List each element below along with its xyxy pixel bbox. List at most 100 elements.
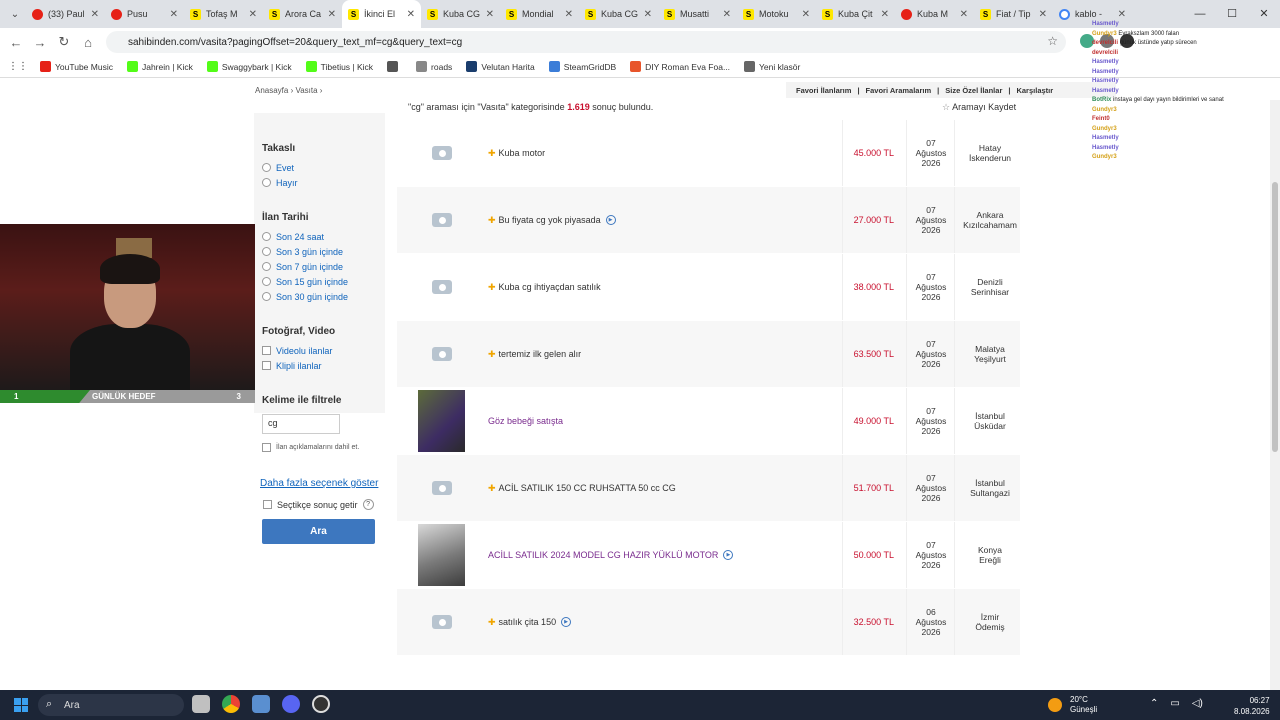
address-bar[interactable]: sahibinden.com/vasita?pagingOffset=20&qu… — [106, 31, 1066, 53]
browser-tab[interactable]: S Musatti ✕ — [658, 0, 737, 28]
help-icon[interactable]: ? — [362, 499, 374, 510]
radio-button[interactable] — [262, 178, 271, 187]
save-search-link[interactable]: ☆ Aramayı Kaydet — [942, 102, 1016, 113]
taskbar-search[interactable]: ⌕ Ara — [38, 694, 184, 716]
favorite-searches-link[interactable]: Favori Aramalarım — [866, 86, 932, 95]
home-icon[interactable]: ⌂ — [76, 35, 100, 50]
bookmark-item[interactable]: roads — [416, 61, 452, 72]
browser-tab[interactable]: S Kuba CG ✕ — [421, 0, 500, 28]
filter-radio-option[interactable]: Son 3 gün içinde — [262, 246, 348, 257]
scrollbar-thumb[interactable] — [1272, 182, 1278, 452]
filter-radio-option[interactable]: Son 24 saat — [262, 231, 348, 242]
listing-row[interactable]: ✚ tertemiz ilk gelen alır 63.500 TL 07 Ağust… — [397, 321, 1020, 388]
bookmark-item[interactable]: YouTube Music — [40, 61, 113, 72]
browser-tab[interactable]: Kuba M ✕ — [895, 0, 974, 28]
listing-title[interactable]: ✚ Bu fiyata cg yok piyasada ▶ — [488, 215, 616, 226]
forward-icon[interactable]: → — [28, 35, 52, 50]
chevron-up-icon[interactable]: ⌃ — [1150, 698, 1158, 709]
chrome-icon[interactable] — [222, 695, 240, 713]
camera-placeholder-icon[interactable] — [418, 256, 465, 318]
browser-tab[interactable]: S Kuba CG ✕ — [579, 0, 658, 28]
close-tab-icon[interactable]: ✕ — [802, 9, 810, 20]
favorite-listings-link[interactable]: Favori İlanlarım — [796, 86, 851, 95]
close-tab-icon[interactable]: ✕ — [486, 9, 494, 20]
radio-button[interactable] — [262, 262, 271, 271]
filter-checkbox-option[interactable]: Videolu ilanlar — [262, 345, 335, 356]
listing-row[interactable]: ✚ Bu fiyata cg yok piyasada ▶ 27.000 TL 07 Ağ… — [397, 187, 1020, 254]
radio-button[interactable] — [262, 277, 271, 286]
close-tab-icon[interactable]: ✕ — [170, 9, 178, 20]
listing-title[interactable]: ✚ Kuba cg ihtiyaçdan satılık — [488, 282, 601, 293]
windows-start-icon[interactable] — [14, 698, 28, 712]
listing-title[interactable]: Göz bebeği satışta — [488, 416, 563, 426]
bookmark-item[interactable]: Velutan Harita — [466, 61, 535, 72]
listing-row[interactable]: ACİLL SATILIK 2024 MODEL CG HAZIR YÜKLÜ … — [397, 522, 1020, 589]
camera-placeholder-icon[interactable] — [418, 122, 465, 184]
bookmark-item[interactable]: Yeni klasör — [744, 61, 800, 72]
filter-radio-option[interactable]: Son 15 gün içinde — [262, 276, 348, 287]
listing-row[interactable]: ✚ Kuba cg ihtiyaçdan satılık 38.000 TL 07 Ağ… — [397, 254, 1020, 321]
taskbar-clock[interactable]: 06:27 8.08.2026 — [1234, 695, 1270, 717]
listing-row[interactable]: ✚ satılık çita 150 ▶ 32.500 TL 06 Ağustos 2026… — [397, 589, 1020, 656]
back-icon[interactable]: ← — [4, 35, 28, 50]
listing-row[interactable]: ✚ ACİL SATILIK 150 CC RUHSATTA 50 cc CG 51… — [397, 455, 1020, 522]
close-tab-icon[interactable]: ✕ — [644, 9, 652, 20]
filter-radio-option[interactable]: Son 30 gün içinde — [262, 291, 348, 302]
close-tab-icon[interactable]: ✕ — [328, 9, 336, 20]
listing-row[interactable]: ✚ Kuba motor 45.000 TL 07 Ağustos 2026 Hatay İs… — [397, 120, 1020, 187]
radio-button[interactable] — [262, 163, 271, 172]
checkbox[interactable] — [262, 346, 271, 355]
page-scrollbar[interactable] — [1270, 100, 1280, 690]
include-description-option[interactable]: İlan açıklamalarını dahil et. — [262, 442, 359, 453]
file-explorer-icon[interactable] — [192, 695, 210, 713]
radio-button[interactable] — [262, 247, 271, 256]
volume-icon[interactable]: ◁) — [1192, 698, 1203, 709]
tab-search-button[interactable]: ⌄ — [4, 3, 26, 25]
close-tab-icon[interactable]: ✕ — [1039, 9, 1047, 20]
listing-photo[interactable] — [418, 524, 465, 586]
browser-tab[interactable]: S İkinci El ✕ — [342, 0, 421, 28]
close-tab-icon[interactable]: ✕ — [91, 9, 99, 20]
browser-tab[interactable]: S Tofaş M ✕ — [184, 0, 263, 28]
more-options-link[interactable]: Daha fazla seçenek göster — [260, 478, 378, 489]
close-tab-icon[interactable]: ✕ — [1118, 9, 1126, 20]
close-tab-icon[interactable]: ✕ — [881, 9, 889, 20]
browser-tab[interactable]: (33) Paul ✕ — [26, 0, 105, 28]
filter-radio-option[interactable]: Son 7 gün içinde — [262, 261, 348, 272]
browser-tab[interactable]: S Arora Ca ✕ — [263, 0, 342, 28]
bookmark-star-icon[interactable]: ☆ — [1047, 34, 1058, 48]
bookmark-item[interactable]: Swaggybark | Kick — [206, 61, 292, 72]
close-tab-icon[interactable]: ✕ — [407, 9, 415, 20]
listing-title[interactable]: ✚ tertemiz ilk gelen alır — [488, 349, 581, 360]
weather-widget[interactable]: 20°C Güneşli — [1048, 695, 1097, 715]
breadcrumb-home[interactable]: Anasayfa — [255, 86, 288, 95]
close-tab-icon[interactable]: ✕ — [249, 9, 257, 20]
radio-button[interactable] — [262, 232, 271, 241]
reload-icon[interactable]: ↻ — [52, 34, 76, 50]
compare-link[interactable]: Karşılaştır — [1016, 86, 1053, 95]
listing-title[interactable]: ✚ Kuba motor — [488, 148, 545, 159]
camera-placeholder-icon[interactable] — [418, 457, 465, 519]
bookmark-item[interactable] — [387, 61, 402, 72]
listing-photo[interactable] — [418, 390, 465, 452]
radio-button[interactable] — [262, 292, 271, 301]
close-tab-icon[interactable]: ✕ — [565, 9, 573, 20]
breadcrumb-vasita[interactable]: Vasıta — [295, 86, 317, 95]
listing-row[interactable]: Göz bebeği satışta 49.000 TL 07 Ağustos 2026… — [397, 388, 1020, 455]
browser-tab[interactable]: S Motoku ✕ — [737, 0, 816, 28]
select-results-option[interactable]: Seçtikçe sonuç getir ? — [263, 499, 374, 510]
browser-tab[interactable]: S Mondial ✕ — [500, 0, 579, 28]
apps-icon[interactable]: ⋮⋮ — [8, 61, 28, 72]
include-description-checkbox[interactable] — [262, 443, 271, 452]
filter-radio-option[interactable]: Hayır — [262, 177, 298, 188]
browser-tab[interactable]: S Kuba Çit ✕ — [816, 0, 895, 28]
listing-title[interactable]: ✚ satılık çita 150 ▶ — [488, 617, 572, 628]
bookmark-item[interactable]: SteamGridDB — [548, 61, 616, 72]
app-icon[interactable] — [252, 695, 270, 713]
browser-tab[interactable]: S Fiat / Tip ✕ — [974, 0, 1053, 28]
close-tab-icon[interactable]: ✕ — [960, 9, 968, 20]
bookmark-item[interactable]: DIY Roman Eva Foa... — [630, 61, 730, 72]
obs-icon[interactable] — [312, 695, 330, 713]
browser-tab[interactable]: Pusu ✕ — [105, 0, 184, 28]
listing-title[interactable]: ACİLL SATILIK 2024 MODEL CG HAZIR YÜKLÜ … — [488, 550, 734, 560]
